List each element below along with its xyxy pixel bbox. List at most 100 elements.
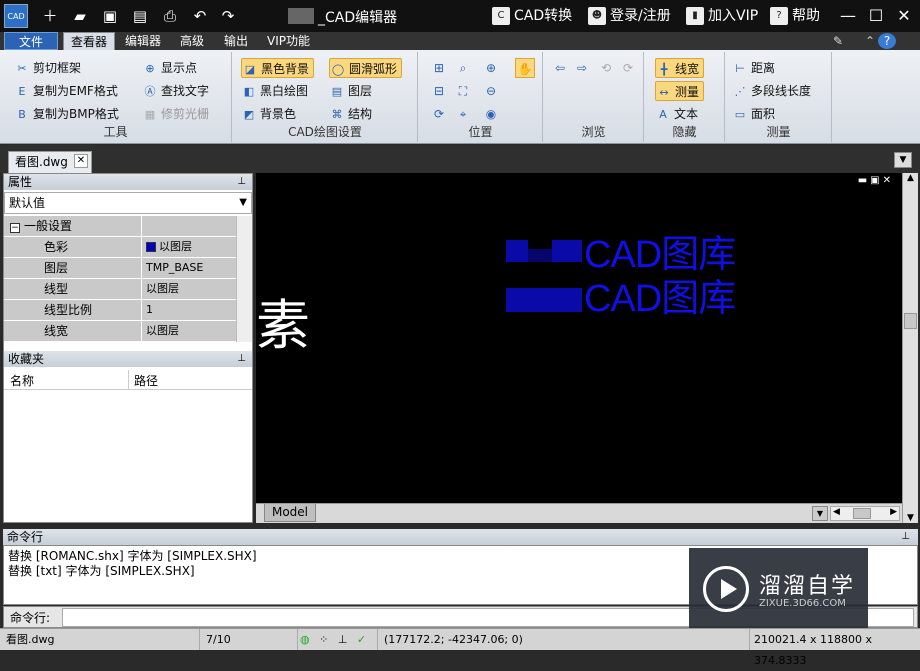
property-row[interactable]: 图层 TMP_BASE bbox=[4, 258, 236, 279]
refresh-icon[interactable]: ⟲ bbox=[596, 58, 616, 78]
cut-frame-button[interactable]: ✂ 剪切框架 bbox=[14, 58, 81, 78]
cad-convert-label: CAD转换 bbox=[514, 8, 573, 24]
scroll-left-icon[interactable]: ◀ bbox=[833, 507, 840, 517]
zoom-select-icon[interactable]: ⌕ bbox=[453, 58, 473, 78]
close-tab-icon[interactable]: ✕ bbox=[74, 154, 88, 168]
property-row[interactable]: 线型比例 1 bbox=[4, 300, 236, 321]
minimize-icon[interactable]: — bbox=[838, 6, 858, 26]
scroll-up-icon[interactable]: ▲ bbox=[903, 173, 918, 183]
cad-convert-button[interactable]: C CAD转换 bbox=[492, 6, 572, 26]
area-icon: ▭ bbox=[734, 107, 746, 121]
property-row[interactable]: 线型 以图层 bbox=[4, 279, 236, 300]
drawing-canvas[interactable]: ▬▣✕ 素 CAD图库 CAD图库 bbox=[256, 173, 902, 523]
polyline-length-button[interactable]: ⋰ 多段线长度 bbox=[732, 81, 812, 101]
line-width-button[interactable]: ╋ 线宽 bbox=[655, 58, 705, 78]
text-toggle-button[interactable]: A 文本 bbox=[655, 104, 698, 124]
distance-button[interactable]: ⊢ 距离 bbox=[732, 58, 775, 78]
redo-icon[interactable]: ↷ bbox=[218, 6, 238, 26]
print-icon[interactable]: ⎙ bbox=[160, 6, 180, 26]
zoom-real-icon[interactable]: ⌖ bbox=[453, 104, 473, 124]
scroll-down-icon[interactable]: ▼ bbox=[903, 513, 918, 523]
scroll-thumb[interactable] bbox=[904, 313, 917, 329]
collapse-icon[interactable]: − bbox=[10, 223, 20, 233]
text-icon: A bbox=[659, 107, 667, 121]
canvas-horizontal-scrollbar[interactable]: ◀ ▶ bbox=[830, 506, 900, 521]
maximize-icon[interactable]: ☐ bbox=[866, 6, 886, 26]
grid-icon[interactable]: ⁘ bbox=[319, 633, 328, 646]
save-as-icon[interactable]: ▤ bbox=[130, 6, 150, 26]
area-button[interactable]: ▭ 面积 bbox=[732, 104, 775, 124]
pin-icon[interactable]: ⊥ bbox=[237, 174, 246, 190]
property-row[interactable]: 色彩 以图层 bbox=[4, 237, 236, 258]
pin-icon[interactable]: ⊥ bbox=[901, 529, 910, 545]
show-points-button[interactable]: ⊕ 显示点 bbox=[142, 58, 197, 78]
copy-emf-button[interactable]: E 复制为EMF格式 bbox=[14, 81, 118, 101]
help-button[interactable]: ? 帮助 bbox=[770, 6, 820, 26]
fit-window-icon[interactable]: ⛶ bbox=[453, 81, 473, 101]
back-arrow-icon[interactable]: ⇦ bbox=[550, 58, 570, 78]
vip-button[interactable]: ▮ 加入VIP bbox=[686, 6, 758, 26]
smooth-arc-button[interactable]: ◯ 圆滑弧形 bbox=[329, 58, 403, 78]
menu-advanced[interactable]: 高级 bbox=[173, 32, 211, 50]
ortho-icon[interactable]: ⊥ bbox=[338, 633, 348, 646]
property-row[interactable]: 线宽 以图层 bbox=[4, 321, 236, 342]
layout-dropdown-icon[interactable]: ▼ bbox=[812, 506, 828, 521]
doc-tab[interactable]: 看图.dwg ✕ bbox=[8, 151, 92, 173]
pan-hand-icon[interactable]: ✋ bbox=[515, 58, 535, 78]
zoom-out-icon[interactable]: ⊖ bbox=[481, 81, 501, 101]
pin-icon[interactable]: ⊥ bbox=[237, 351, 246, 367]
canvas-window-controls[interactable]: ▬▣✕ bbox=[858, 175, 894, 186]
login-button[interactable]: ☻ 登录/注册 bbox=[588, 6, 671, 26]
scroll-thumb[interactable] bbox=[853, 508, 871, 519]
canvas-vertical-scrollbar[interactable]: ▲ ▼ bbox=[902, 173, 918, 523]
model-tab[interactable]: Model bbox=[264, 504, 316, 522]
scroll-right-icon[interactable]: ▶ bbox=[890, 507, 897, 517]
app-logo-icon[interactable]: CAD bbox=[4, 4, 28, 28]
save-icon[interactable]: ▣ bbox=[100, 6, 120, 26]
column-path[interactable]: 路径 bbox=[134, 372, 158, 389]
find-text-button[interactable]: Ⓐ 查找文字 bbox=[142, 81, 210, 101]
column-name[interactable]: 名称 bbox=[10, 372, 34, 389]
menu-output[interactable]: 输出 bbox=[217, 32, 255, 50]
trim-raster-button[interactable]: ▦ 修剪光栅 bbox=[142, 104, 209, 124]
forward-arrow-icon[interactable]: ⇨ bbox=[572, 58, 592, 78]
layers-button[interactable]: ▤ 图层 bbox=[329, 81, 372, 101]
open-folder-icon[interactable]: ▰ bbox=[70, 6, 90, 26]
menu-viewer[interactable]: 查看器 bbox=[63, 32, 116, 50]
properties-scrollbar[interactable] bbox=[236, 216, 252, 342]
bw-drawing-button[interactable]: ◧ 黑白绘图 bbox=[241, 81, 308, 101]
properties-select[interactable]: 默认值 ▼ bbox=[4, 192, 252, 214]
help-circle-icon[interactable]: ? bbox=[878, 33, 896, 49]
login-label: 登录/注册 bbox=[610, 8, 671, 24]
property-key: 线宽 bbox=[4, 321, 142, 341]
section-row[interactable]: − 一般设置 bbox=[4, 216, 236, 237]
group-measure: ⊢ 距离 ⋰ 多段线长度 ▭ 面积 测量 bbox=[726, 52, 832, 142]
tabs-dropdown-icon[interactable]: ▼ bbox=[894, 152, 912, 168]
orbit-icon[interactable]: ◉ bbox=[481, 104, 501, 124]
structure-button[interactable]: ⌘ 结构 bbox=[329, 104, 373, 124]
zoom-extents-icon[interactable]: ⊟ bbox=[429, 81, 449, 101]
copy-bmp-button[interactable]: B 复制为BMP格式 bbox=[14, 104, 119, 124]
menu-editor[interactable]: 编辑器 bbox=[118, 32, 168, 50]
property-value[interactable]: 1 bbox=[143, 300, 236, 320]
osnap-icon[interactable]: ✓ bbox=[357, 633, 366, 646]
property-value[interactable]: 以图层 bbox=[143, 279, 236, 299]
measure-toggle-button[interactable]: ↔ 测量 bbox=[655, 81, 705, 101]
black-background-button[interactable]: ◪ 黑色背景 bbox=[241, 58, 315, 78]
snap-icon[interactable]: ◍ bbox=[300, 633, 310, 646]
new-file-icon[interactable]: ＋ bbox=[40, 6, 60, 26]
property-value[interactable]: TMP_BASE bbox=[143, 258, 236, 278]
rotate-3d-icon[interactable]: ⟳ bbox=[429, 104, 449, 124]
property-value[interactable]: 以图层 bbox=[143, 321, 236, 341]
close-icon[interactable]: ✕ bbox=[894, 6, 914, 26]
vip-label: 加入VIP bbox=[708, 8, 759, 24]
zoom-window-icon[interactable]: ⊞ bbox=[429, 58, 449, 78]
undo-icon[interactable]: ↶ bbox=[190, 6, 210, 26]
reset-view-icon[interactable]: ⟳ bbox=[618, 58, 638, 78]
edit-note-icon[interactable]: ✎ bbox=[826, 32, 850, 50]
menu-file[interactable]: 文件 bbox=[4, 32, 59, 50]
background-color-button[interactable]: ◩ 背景色 bbox=[241, 104, 296, 124]
property-value[interactable]: 以图层 bbox=[143, 237, 236, 257]
menu-vip[interactable]: VIP功能 bbox=[260, 32, 317, 50]
zoom-in-icon[interactable]: ⊕ bbox=[481, 58, 501, 78]
